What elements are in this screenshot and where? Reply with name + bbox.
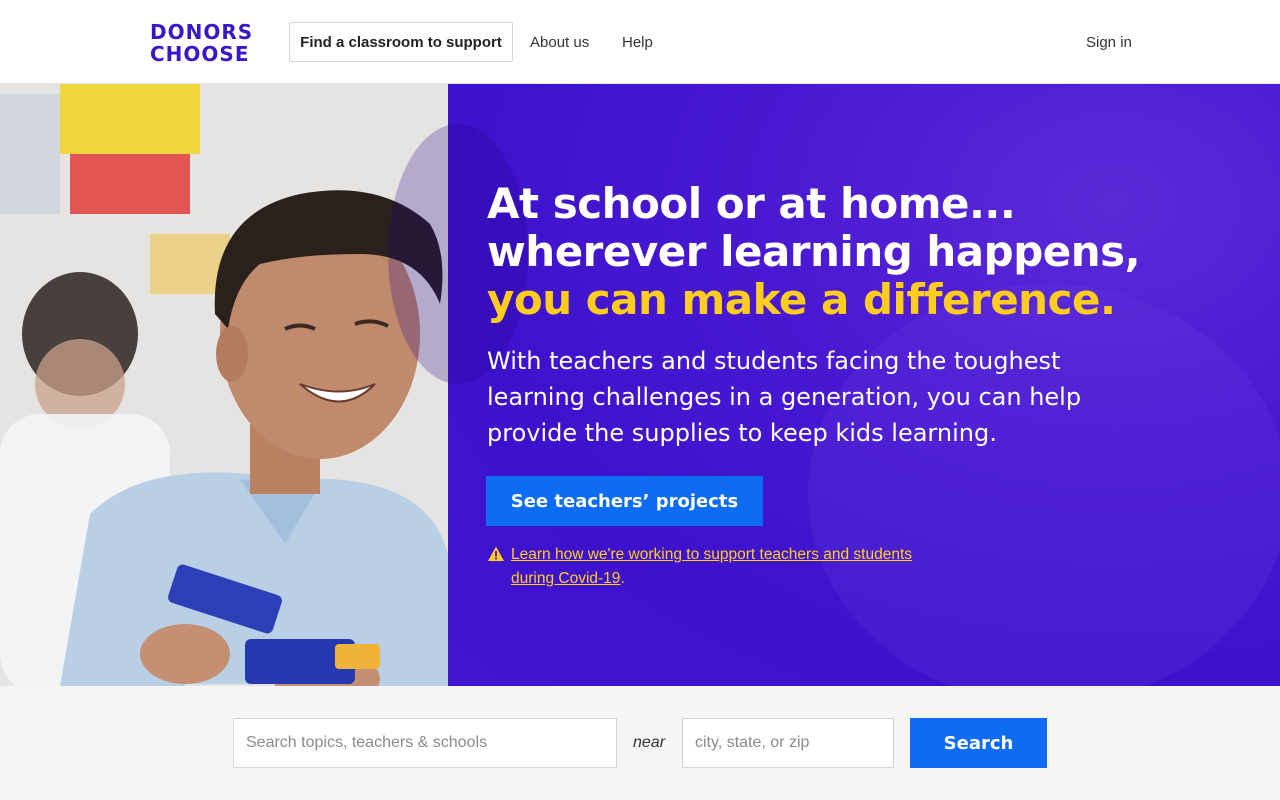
- logo-line-1: DONORS: [150, 20, 254, 44]
- site-header: DONORS CHOOSE Find a classroom to suppor…: [0, 0, 1280, 84]
- search-button[interactable]: Search: [910, 718, 1047, 768]
- search-topics-input[interactable]: [233, 718, 617, 768]
- hero-subhead: With teachers and students facing the to…: [487, 347, 1082, 447]
- find-classroom-button[interactable]: Find a classroom to support: [289, 22, 513, 62]
- sign-in-link[interactable]: Sign in: [1086, 22, 1132, 62]
- hero-photo-illustration: [0, 84, 448, 686]
- location-input[interactable]: [682, 718, 894, 768]
- headline-line-1: At school or at home...: [487, 179, 1016, 228]
- warning-icon: [488, 546, 504, 561]
- covid-notice: Learn how we're working to support teach…: [487, 543, 957, 591]
- hero-headline: At school or at home... wherever learnin…: [487, 179, 1141, 324]
- headline-line-2: wherever learning happens,: [487, 227, 1141, 276]
- nav-help[interactable]: Help: [622, 22, 653, 62]
- headline-accent: you can make a difference.: [487, 275, 1116, 324]
- hero-photo: [0, 84, 448, 686]
- donorschoose-logo[interactable]: DONORS CHOOSE: [150, 20, 260, 66]
- nav-about-us[interactable]: About us: [530, 22, 589, 62]
- covid-period: .: [620, 570, 625, 587]
- search-band: near Search: [0, 686, 1280, 800]
- see-teachers-projects-button[interactable]: See teachers’ projects: [486, 476, 763, 526]
- covid-text: Learn how we're working to support teach…: [487, 543, 957, 591]
- logo-line-2: CHOOSE: [150, 42, 250, 66]
- covid-support-link[interactable]: Learn how we're working to support teach…: [511, 546, 912, 587]
- near-label: near: [633, 734, 666, 751]
